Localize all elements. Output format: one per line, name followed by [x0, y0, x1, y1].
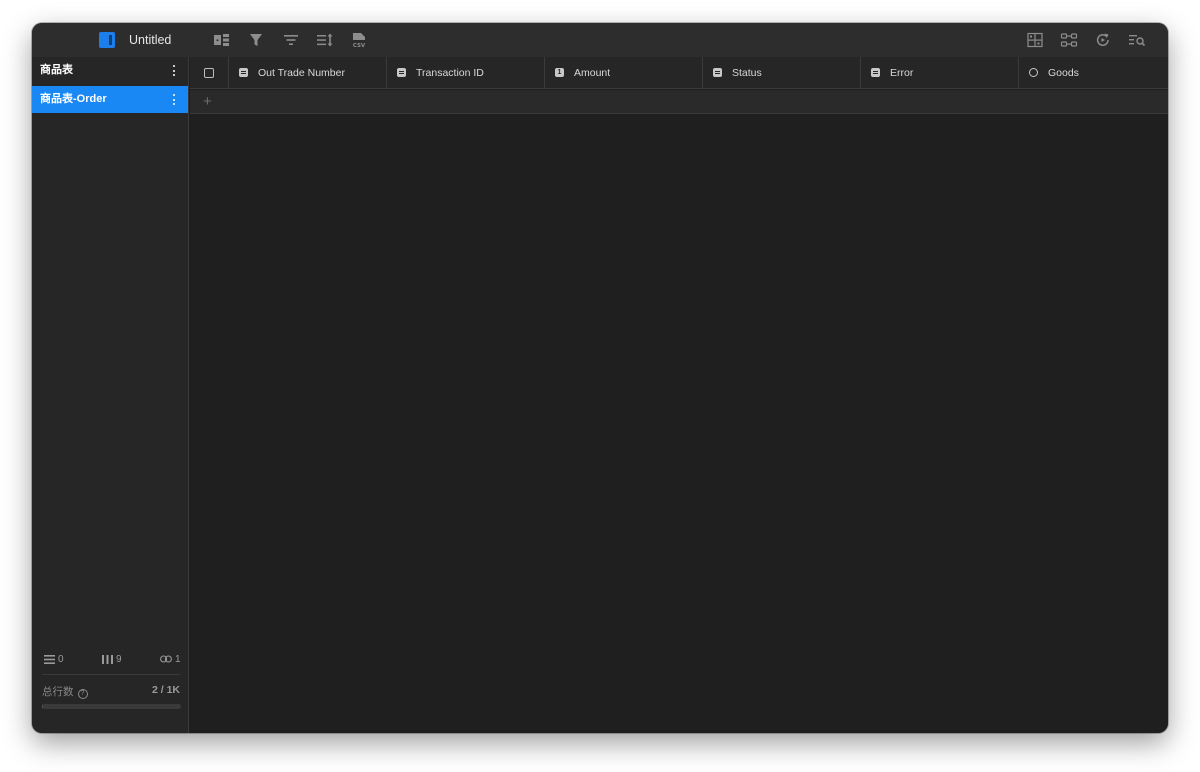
- grid-header: Out Trade Number Transaction ID Amount S…: [190, 57, 1168, 89]
- text-field-icon: [239, 68, 248, 77]
- filter-icon[interactable]: [247, 32, 265, 48]
- table-sidebar: 商品表 商品表-Order 0 9 1 总行数? 2 / 1K: [32, 57, 189, 733]
- column-header-transaction-id[interactable]: Transaction ID: [387, 57, 545, 89]
- add-record-icon[interactable]: [213, 32, 231, 48]
- column-header-error[interactable]: Error: [861, 57, 1019, 89]
- add-row-button[interactable]: +: [190, 90, 1168, 114]
- record-count: 0: [44, 653, 64, 667]
- row-usage-progress: [42, 704, 181, 709]
- text-field-icon: [397, 68, 406, 77]
- help-icon[interactable]: ?: [77, 689, 88, 699]
- text-field-icon: [871, 68, 880, 77]
- sidebar-item-table-order[interactable]: 商品表-Order: [32, 86, 188, 113]
- more-options-icon[interactable]: [173, 94, 176, 105]
- row-count-label: 总行数?: [42, 684, 88, 699]
- column-header-status[interactable]: Status: [703, 57, 861, 89]
- more-options-icon[interactable]: [173, 65, 176, 76]
- layout-icon[interactable]: [1026, 32, 1044, 48]
- select-all-checkbox[interactable]: [190, 57, 229, 89]
- sidebar-toggle-icon[interactable]: [99, 32, 115, 48]
- top-toolbar: Untitled CSV: [32, 23, 1168, 57]
- row-count-value: 2 / 1K: [151, 684, 180, 696]
- number-field-icon: [555, 68, 564, 77]
- column-header-amount[interactable]: Amount: [545, 57, 703, 89]
- link-icon: [160, 655, 172, 663]
- link-count: 1: [160, 653, 181, 667]
- records-icon: [44, 654, 55, 664]
- column-header-goods[interactable]: Goods: [1019, 57, 1168, 89]
- text-field-icon: [713, 68, 722, 77]
- svg-text:CSV: CSV: [353, 43, 366, 48]
- link-field-icon: [1029, 68, 1038, 77]
- fields-count-icon: [102, 654, 113, 664]
- csv-export-icon[interactable]: CSV: [350, 32, 368, 48]
- table-stats: 0 9 1: [32, 653, 188, 675]
- document-title[interactable]: Untitled: [129, 33, 171, 47]
- row-height-icon[interactable]: [316, 32, 334, 48]
- plus-icon: +: [203, 93, 212, 110]
- search-icon[interactable]: [1128, 32, 1146, 48]
- divider: [42, 674, 180, 675]
- fields-icon[interactable]: [1060, 32, 1078, 48]
- data-grid: Out Trade Number Transaction ID Amount S…: [190, 57, 1168, 733]
- refresh-icon[interactable]: [1094, 32, 1112, 48]
- app-window: Untitled CSV 商品表 商品表-Order 0 9 1 总行数 ? 2…: [32, 23, 1168, 733]
- sidebar-item-label: 商品表-Order: [40, 93, 107, 105]
- sidebar-item-label: 商品表: [40, 64, 73, 76]
- column-header-out-trade-number[interactable]: Out Trade Number: [229, 57, 387, 89]
- sidebar-item-table[interactable]: 商品表: [32, 57, 188, 84]
- field-count: 9: [102, 653, 122, 667]
- sort-icon[interactable]: [282, 32, 300, 48]
